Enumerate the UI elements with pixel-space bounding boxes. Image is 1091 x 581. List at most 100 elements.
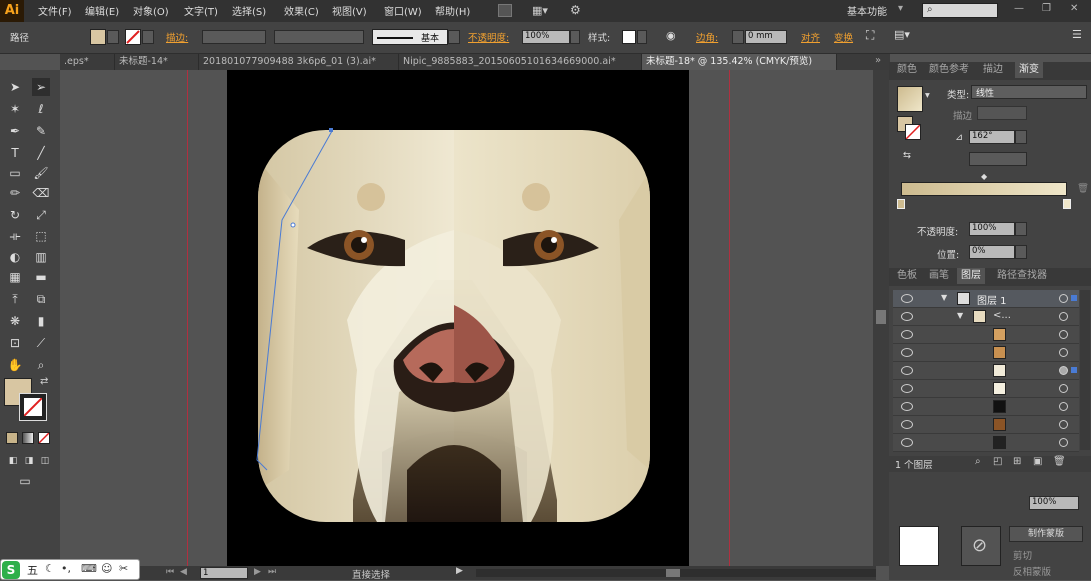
layer-row-item[interactable] (893, 398, 1079, 416)
ime-toolbar[interactable]: S 五 ☾ •, ⌨ ☺ ✂ (0, 559, 140, 580)
tab-doc-active[interactable]: 未标题-18* @ 135.42% (CMYK/预览) (642, 54, 837, 70)
new-layer-icon[interactable]: ▣ (1033, 456, 1042, 467)
tab-doc-4[interactable]: Nipic_9885883_20150605101634669000.ai* (399, 54, 642, 70)
variable-width-profile[interactable] (274, 30, 364, 44)
stroke-weight-field[interactable] (202, 30, 266, 44)
menu-view[interactable]: 视图(V) (332, 3, 367, 18)
target-icon[interactable] (1059, 294, 1068, 303)
tab-doc-2[interactable]: 未标题-14* (115, 54, 199, 70)
hscroll-thumb[interactable] (666, 569, 680, 577)
moon-icon[interactable]: ☾ (45, 562, 55, 575)
tab-color[interactable]: 颜色 (893, 62, 921, 78)
make-clip-mask-icon[interactable]: ◰ (993, 456, 1002, 467)
artboard-number-field[interactable]: 1 (200, 567, 248, 579)
brush-definition[interactable]: 基本 (372, 29, 448, 45)
panel-menu-icon[interactable]: ☰ (1072, 28, 1082, 41)
expand-arrow-icon[interactable]: ▼ (941, 293, 947, 302)
visibility-eye-icon[interactable] (901, 312, 913, 321)
stroke-dropdown[interactable] (142, 30, 154, 44)
group-name[interactable]: <... (993, 310, 1011, 321)
gradient-stop-left[interactable] (897, 199, 905, 209)
mesh-tool-icon[interactable]: ▦ (6, 268, 24, 286)
locate-object-icon[interactable]: ⌕ (975, 456, 981, 467)
expand-arrow-icon[interactable]: ▼ (957, 311, 963, 320)
artboard-tool-icon[interactable]: ⊡ (6, 334, 24, 352)
menu-help[interactable]: 帮助(H) (435, 3, 470, 18)
target-icon[interactable] (1059, 348, 1068, 357)
stroke-gradient-buttons[interactable] (977, 106, 1027, 120)
opacity-dropdown[interactable] (570, 30, 580, 44)
magic-wand-icon[interactable]: ✶ (6, 100, 24, 118)
invert-mask-checkbox-label[interactable]: 反相蒙版 (1013, 564, 1051, 578)
selection-indicator[interactable] (1071, 295, 1077, 301)
target-icon[interactable] (1059, 312, 1068, 321)
layer-row-item[interactable] (893, 344, 1079, 362)
shape-builder-icon[interactable]: ◐ (6, 248, 24, 266)
new-sublayer-icon[interactable]: ⊞ (1013, 456, 1021, 467)
tab-swatches[interactable]: 色板 (893, 268, 921, 284)
recolor-artwork-icon[interactable]: ◉ (666, 29, 676, 42)
color-mode-icon[interactable] (6, 432, 18, 444)
tab-color-guide[interactable]: 颜色参考 (925, 62, 973, 78)
tabs-overflow-icon[interactable]: » (875, 55, 881, 66)
tools-wrench-icon[interactable]: ✂ (119, 562, 128, 575)
swap-colors-icon[interactable]: ⇄ (40, 376, 48, 387)
horizontal-scrollbar[interactable] (476, 569, 876, 577)
target-icon[interactable] (1059, 402, 1068, 411)
gradient-ramp[interactable] (901, 182, 1067, 196)
corner-stepper[interactable] (732, 30, 744, 44)
layer-row-1[interactable]: ▼ 图层 1 (893, 290, 1079, 308)
status-menu-icon[interactable]: ▶ (456, 566, 463, 576)
perspective-grid-icon[interactable]: ▥ (32, 248, 50, 266)
type-tool-icon[interactable]: T (6, 144, 24, 162)
first-artboard-icon[interactable]: ⏮ (166, 567, 174, 577)
angle-dropdown[interactable] (1015, 130, 1027, 144)
tab-doc-1[interactable]: .eps* (60, 54, 115, 70)
preview-dropdown-icon[interactable]: ▾ (925, 90, 930, 101)
keyboard-icon[interactable]: ⌨ (81, 562, 97, 575)
layer-row-item-selected[interactable] (893, 362, 1079, 380)
next-artboard-icon[interactable]: ▶ (254, 567, 261, 577)
corner-label[interactable]: 边角: (696, 30, 718, 44)
visibility-eye-icon[interactable] (901, 330, 913, 339)
punctuation-icon[interactable]: •, (61, 562, 71, 575)
reverse-gradient-icon[interactable]: ⇆ (903, 150, 911, 161)
corner-radius-field[interactable]: 0 mm (745, 30, 787, 44)
width-tool-icon[interactable]: ⟛ (6, 227, 24, 245)
sogou-logo-icon[interactable]: S (2, 561, 20, 579)
restore-icon[interactable]: ❐ (1042, 3, 1051, 14)
clip-checkbox-label[interactable]: 剪切 (1013, 548, 1032, 562)
style-dropdown[interactable] (637, 30, 647, 44)
minimize-icon[interactable]: — (1014, 3, 1024, 14)
gradient-opacity-dropdown[interactable] (1015, 222, 1027, 236)
layer-row-item[interactable] (893, 416, 1079, 434)
gradient-mode-icon[interactable] (22, 432, 34, 444)
visibility-eye-icon[interactable] (901, 420, 913, 429)
tab-brushes[interactable]: 画笔 (925, 268, 953, 284)
target-icon[interactable] (1059, 366, 1068, 375)
rectangle-tool-icon[interactable]: ▭ (6, 164, 24, 182)
line-tool-icon[interactable]: ╱ (32, 144, 50, 162)
brush-dropdown[interactable] (448, 30, 460, 44)
pen-tool-icon[interactable]: ✒ (6, 122, 24, 140)
slice-tool-icon[interactable]: ⟋ (32, 334, 50, 352)
lasso-icon[interactable]: ℓ (32, 100, 50, 118)
gradient-stop-right[interactable] (1063, 199, 1071, 209)
layer-row-item[interactable] (893, 326, 1079, 344)
fill-swatch[interactable] (90, 29, 106, 45)
target-icon[interactable] (1059, 384, 1068, 393)
midpoint-diamond-icon[interactable]: ◆ (981, 172, 987, 181)
menu-effect[interactable]: 效果(C) (284, 3, 319, 18)
workspace-switcher[interactable]: 基本功能 (847, 3, 887, 18)
position-field[interactable]: 0% (969, 245, 1015, 259)
blend-tool-icon[interactable]: ⧉ (32, 290, 50, 308)
selection-tool-icon[interactable]: ➤ (6, 78, 24, 96)
visibility-eye-icon[interactable] (901, 294, 913, 303)
transform-link[interactable]: 变换 (834, 30, 853, 44)
isolate-icon[interactable]: ⛶ (866, 28, 874, 43)
artboard[interactable] (227, 70, 689, 566)
tab-doc-3[interactable]: 201801077909488 3k6p6_01 (3).ai* (199, 54, 399, 70)
layers-scrollbar[interactable] (1080, 290, 1090, 450)
menu-file[interactable]: 文件(F) (38, 3, 72, 18)
hand-tool-icon[interactable]: ✋ (6, 356, 24, 374)
